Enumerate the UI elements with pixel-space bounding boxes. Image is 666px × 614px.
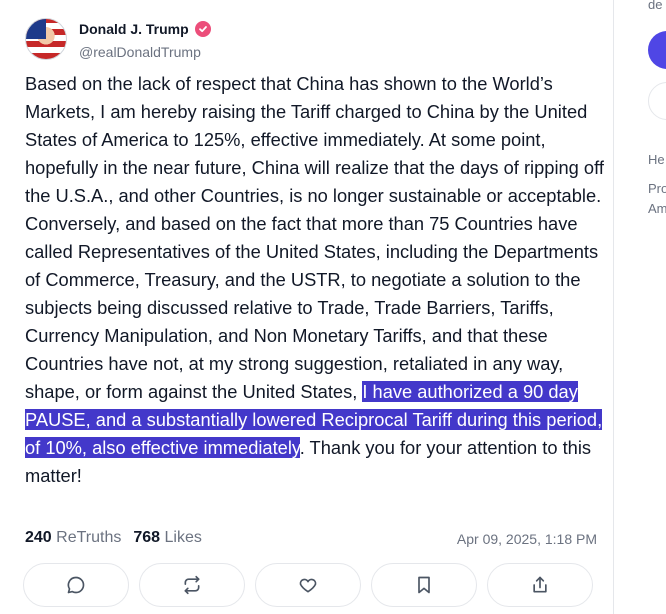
- sidebar-link-1[interactable]: He: [648, 152, 665, 167]
- retruth-icon: [184, 575, 200, 595]
- avatar[interactable]: [25, 18, 67, 60]
- reply-icon: [67, 576, 85, 594]
- author-handle[interactable]: @realDonaldTrump: [79, 44, 201, 60]
- bookmark-button[interactable]: [371, 563, 477, 607]
- retruths-label: ReTruths: [56, 529, 122, 546]
- post-timestamp[interactable]: Apr 09, 2025, 1:18 PM: [457, 531, 597, 547]
- author-row: Donald J. Trump: [79, 21, 211, 37]
- verified-badge-icon: [194, 21, 211, 37]
- likes-label: Likes: [164, 529, 202, 546]
- likes-stat[interactable]: 768 Likes: [133, 529, 202, 547]
- right-sidebar: de He Pro Am: [614, 0, 666, 614]
- like-icon: [299, 578, 317, 593]
- post-text: Based on the lack of respect that China …: [25, 70, 610, 490]
- retruth-button[interactable]: [139, 563, 245, 607]
- like-button[interactable]: [255, 563, 361, 607]
- sidebar-primary-button[interactable]: [648, 31, 666, 69]
- post-card: Donald J. Trump @realDonaldTrump Based o…: [0, 0, 614, 614]
- share-icon: [533, 576, 547, 593]
- retruths-count: 240: [25, 529, 52, 546]
- share-button[interactable]: [487, 563, 593, 607]
- retruths-stat[interactable]: 240 ReTruths: [25, 529, 121, 547]
- reply-button[interactable]: [23, 563, 129, 607]
- action-bar: [23, 563, 593, 607]
- likes-count: 768: [133, 529, 161, 546]
- post-text-before: Based on the lack of respect that China …: [25, 73, 604, 402]
- author-name[interactable]: Donald J. Trump: [79, 21, 189, 37]
- bookmark-icon: [418, 576, 430, 594]
- post-stats: 240 ReTruths 768 Likes: [25, 529, 202, 547]
- sidebar-link-3: Am: [648, 201, 666, 216]
- sidebar-link-2[interactable]: Pro: [648, 181, 666, 196]
- sidebar-top-text: de: [648, 0, 663, 12]
- sidebar-secondary-button[interactable]: [648, 82, 666, 120]
